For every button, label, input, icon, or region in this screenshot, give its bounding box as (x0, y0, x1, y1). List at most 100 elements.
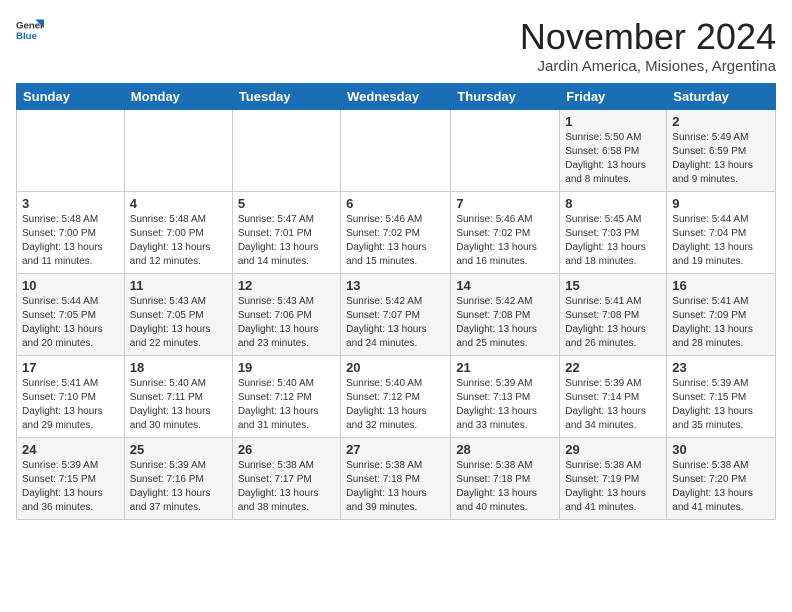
calendar-table: SundayMondayTuesdayWednesdayThursdayFrid… (16, 83, 776, 520)
calendar-cell: 8 Sunrise: 5:45 AM Sunset: 7:03 PM Daylig… (560, 192, 667, 274)
day-number: 13 (346, 278, 445, 293)
day-number: 25 (130, 442, 227, 457)
day-info: Sunrise: 5:39 AM Sunset: 7:15 PM Dayligh… (22, 459, 119, 515)
calendar-cell: 23Sunrise: 5:39 AM Sunset: 7:15 PM Dayli… (667, 356, 776, 438)
day-info: Sunrise: 5:46 AM Sunset: 7:02 PM Dayligh… (456, 213, 554, 269)
day-info: Sunrise: 5:45 AM Sunset: 7:03 PM Dayligh… (565, 213, 661, 269)
calendar-cell: 19 Sunrise: 5:40 AM Sunset: 7:12 PM Dayli… (232, 356, 340, 438)
calendar-cell (17, 110, 125, 192)
day-info: Sunrise: 5:39 AM Sunset: 7:15 PM Dayligh… (672, 377, 770, 433)
calendar-cell: 10 Sunrise: 5:44 AM Sunset: 7:05 PM Dayli… (17, 274, 125, 356)
calendar-cell: 1 Sunrise: 5:50 AM Sunset: 6:58 PM Daylig… (560, 110, 667, 192)
calendar-cell: 7Sunrise: 5:46 AM Sunset: 7:02 PM Daylig… (451, 192, 560, 274)
day-info: Sunrise: 5:49 AM Sunset: 6:59 PM Dayligh… (672, 131, 770, 187)
svg-text:Blue: Blue (16, 31, 37, 42)
calendar-cell: 27 Sunrise: 5:38 AM Sunset: 7:18 PM Dayli… (341, 438, 451, 520)
day-number: 11 (130, 278, 227, 293)
day-number: 30 (672, 442, 770, 457)
day-number: 9 (672, 196, 770, 211)
day-number: 1 (565, 114, 661, 129)
day-number: 14 (456, 278, 554, 293)
week-row-3: 17 Sunrise: 5:41 AM Sunset: 7:10 PM Dayli… (17, 356, 776, 438)
day-info: Sunrise: 5:41 AM Sunset: 7:10 PM Dayligh… (22, 377, 119, 433)
header-thursday: Thursday (451, 84, 560, 110)
calendar-cell: 24 Sunrise: 5:39 AM Sunset: 7:15 PM Dayli… (17, 438, 125, 520)
calendar-cell: 16Sunrise: 5:41 AM Sunset: 7:09 PM Dayli… (667, 274, 776, 356)
month-title: November 2024 (520, 16, 776, 58)
week-row-1: 3 Sunrise: 5:48 AM Sunset: 7:00 PM Daylig… (17, 192, 776, 274)
day-info: Sunrise: 5:43 AM Sunset: 7:06 PM Dayligh… (238, 295, 335, 351)
day-info: Sunrise: 5:38 AM Sunset: 7:17 PM Dayligh… (238, 459, 335, 515)
day-number: 24 (22, 442, 119, 457)
day-number: 28 (456, 442, 554, 457)
calendar-cell: 2 Sunrise: 5:49 AM Sunset: 6:59 PM Daylig… (667, 110, 776, 192)
calendar-cell: 26 Sunrise: 5:38 AM Sunset: 7:17 PM Dayli… (232, 438, 340, 520)
day-info: Sunrise: 5:46 AM Sunset: 7:02 PM Dayligh… (346, 213, 445, 269)
day-info: Sunrise: 5:42 AM Sunset: 7:07 PM Dayligh… (346, 295, 445, 351)
day-info: Sunrise: 5:47 AM Sunset: 7:01 PM Dayligh… (238, 213, 335, 269)
day-number: 17 (22, 360, 119, 375)
calendar-cell: 18Sunrise: 5:40 AM Sunset: 7:11 PM Dayli… (124, 356, 232, 438)
day-info: Sunrise: 5:39 AM Sunset: 7:14 PM Dayligh… (565, 377, 661, 433)
day-number: 8 (565, 196, 661, 211)
day-number: 10 (22, 278, 119, 293)
day-number: 5 (238, 196, 335, 211)
calendar-cell (451, 110, 560, 192)
location-subtitle: Jardin America, Misiones, Argentina (520, 58, 776, 75)
calendar-cell: 13 Sunrise: 5:42 AM Sunset: 7:07 PM Dayli… (341, 274, 451, 356)
calendar-cell: 12Sunrise: 5:43 AM Sunset: 7:06 PM Dayli… (232, 274, 340, 356)
page-header: General Blue November 2024 Jardin Americ… (16, 16, 776, 75)
calendar-cell: 4Sunrise: 5:48 AM Sunset: 7:00 PM Daylig… (124, 192, 232, 274)
calendar-cell (341, 110, 451, 192)
calendar-cell: 20 Sunrise: 5:40 AM Sunset: 7:12 PM Dayli… (341, 356, 451, 438)
calendar-cell: 15 Sunrise: 5:41 AM Sunset: 7:08 PM Dayli… (560, 274, 667, 356)
day-info: Sunrise: 5:42 AM Sunset: 7:08 PM Dayligh… (456, 295, 554, 351)
week-row-2: 10 Sunrise: 5:44 AM Sunset: 7:05 PM Dayli… (17, 274, 776, 356)
title-block: November 2024 Jardin America, Misiones, … (520, 16, 776, 75)
day-info: Sunrise: 5:38 AM Sunset: 7:18 PM Dayligh… (346, 459, 445, 515)
day-info: Sunrise: 5:38 AM Sunset: 7:19 PM Dayligh… (565, 459, 661, 515)
day-number: 22 (565, 360, 661, 375)
calendar-cell: 3 Sunrise: 5:48 AM Sunset: 7:00 PM Daylig… (17, 192, 125, 274)
calendar-cell: 5 Sunrise: 5:47 AM Sunset: 7:01 PM Daylig… (232, 192, 340, 274)
calendar-cell: 17 Sunrise: 5:41 AM Sunset: 7:10 PM Dayli… (17, 356, 125, 438)
day-info: Sunrise: 5:48 AM Sunset: 7:00 PM Dayligh… (22, 213, 119, 269)
day-info: Sunrise: 5:38 AM Sunset: 7:20 PM Dayligh… (672, 459, 770, 515)
logo: General Blue (16, 16, 44, 44)
calendar-cell: 11 Sunrise: 5:43 AM Sunset: 7:05 PM Dayli… (124, 274, 232, 356)
day-info: Sunrise: 5:41 AM Sunset: 7:08 PM Dayligh… (565, 295, 661, 351)
day-number: 19 (238, 360, 335, 375)
day-info: Sunrise: 5:40 AM Sunset: 7:12 PM Dayligh… (346, 377, 445, 433)
calendar-body: 1 Sunrise: 5:50 AM Sunset: 6:58 PM Daylig… (17, 110, 776, 520)
calendar-cell: 14 Sunrise: 5:42 AM Sunset: 7:08 PM Dayli… (451, 274, 560, 356)
day-info: Sunrise: 5:43 AM Sunset: 7:05 PM Dayligh… (130, 295, 227, 351)
calendar-cell (232, 110, 340, 192)
day-number: 2 (672, 114, 770, 129)
day-number: 27 (346, 442, 445, 457)
day-info: Sunrise: 5:44 AM Sunset: 7:04 PM Dayligh… (672, 213, 770, 269)
day-info: Sunrise: 5:41 AM Sunset: 7:09 PM Dayligh… (672, 295, 770, 351)
calendar-cell: 9 Sunrise: 5:44 AM Sunset: 7:04 PM Daylig… (667, 192, 776, 274)
day-number: 26 (238, 442, 335, 457)
week-row-4: 24 Sunrise: 5:39 AM Sunset: 7:15 PM Dayli… (17, 438, 776, 520)
day-info: Sunrise: 5:40 AM Sunset: 7:12 PM Dayligh… (238, 377, 335, 433)
calendar-cell: 21Sunrise: 5:39 AM Sunset: 7:13 PM Dayli… (451, 356, 560, 438)
day-number: 3 (22, 196, 119, 211)
day-number: 29 (565, 442, 661, 457)
day-number: 20 (346, 360, 445, 375)
calendar-header-row: SundayMondayTuesdayWednesdayThursdayFrid… (17, 84, 776, 110)
calendar-cell: 28 Sunrise: 5:38 AM Sunset: 7:18 PM Dayli… (451, 438, 560, 520)
header-tuesday: Tuesday (232, 84, 340, 110)
day-info: Sunrise: 5:50 AM Sunset: 6:58 PM Dayligh… (565, 131, 661, 187)
header-saturday: Saturday (667, 84, 776, 110)
day-number: 18 (130, 360, 227, 375)
day-number: 15 (565, 278, 661, 293)
header-wednesday: Wednesday (341, 84, 451, 110)
day-info: Sunrise: 5:38 AM Sunset: 7:18 PM Dayligh… (456, 459, 554, 515)
calendar-cell: 29 Sunrise: 5:38 AM Sunset: 7:19 PM Dayli… (560, 438, 667, 520)
day-info: Sunrise: 5:44 AM Sunset: 7:05 PM Dayligh… (22, 295, 119, 351)
calendar-cell: 6Sunrise: 5:46 AM Sunset: 7:02 PM Daylig… (341, 192, 451, 274)
calendar-cell (124, 110, 232, 192)
calendar-cell: 22 Sunrise: 5:39 AM Sunset: 7:14 PM Dayli… (560, 356, 667, 438)
day-number: 4 (130, 196, 227, 211)
